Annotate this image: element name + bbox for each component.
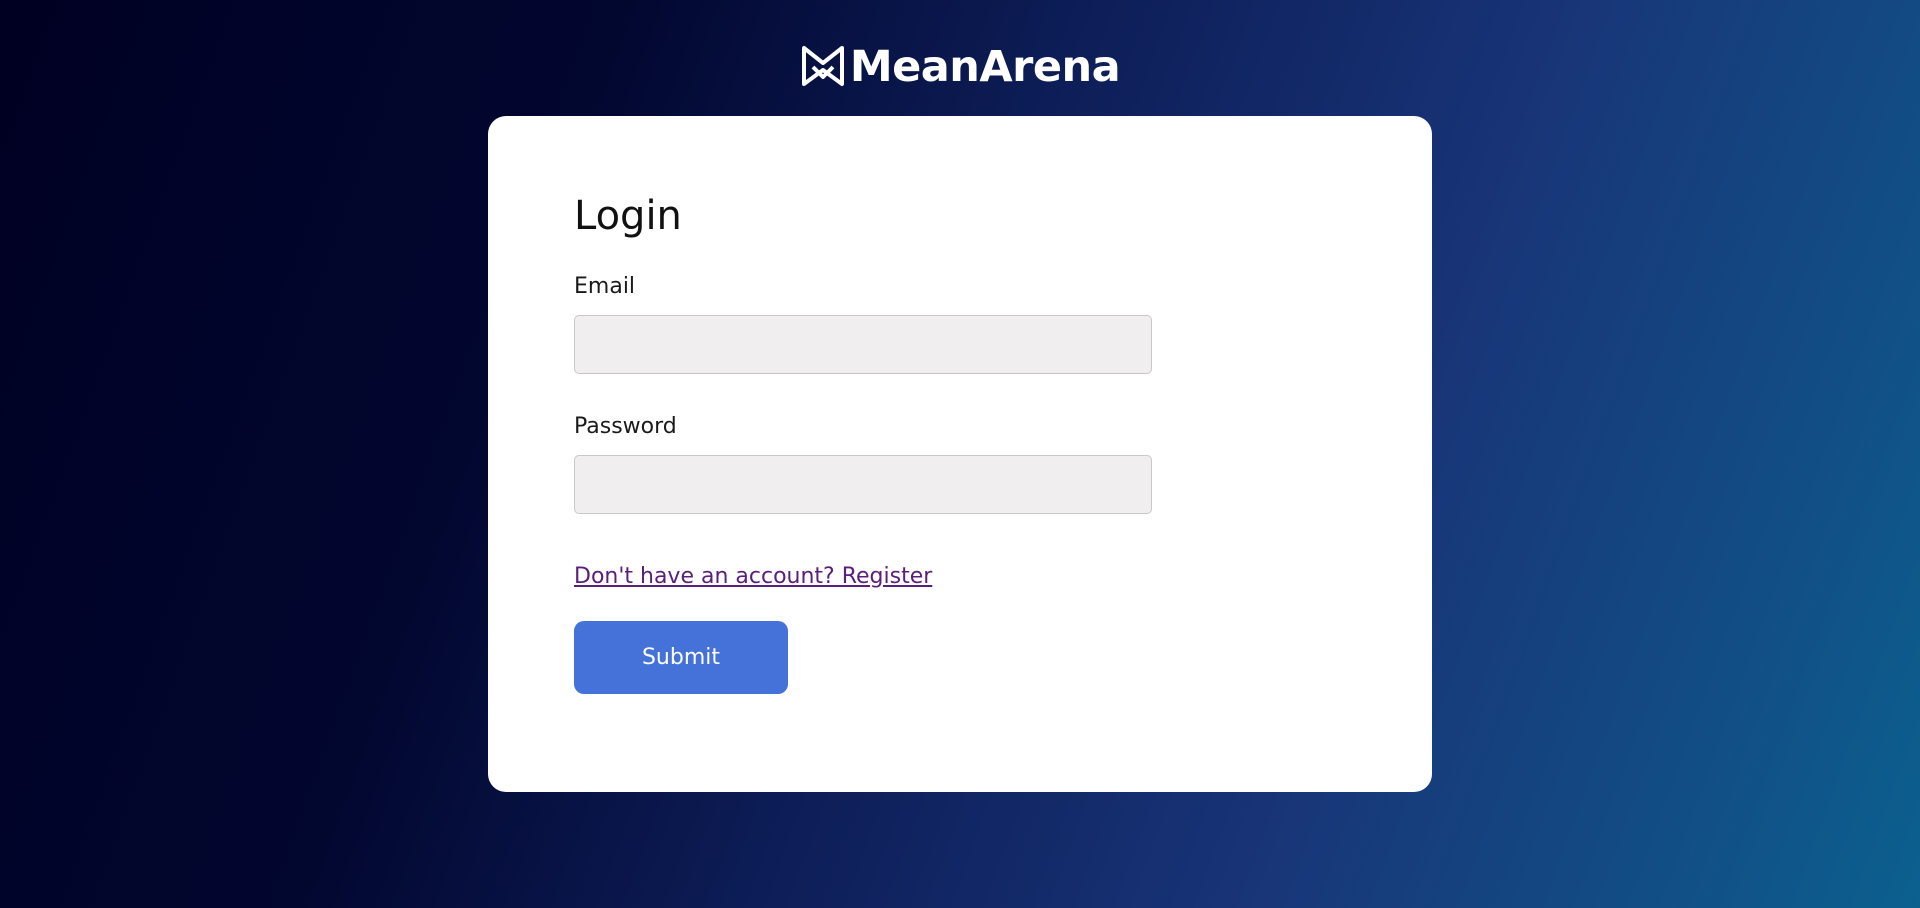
password-label: Password <box>574 414 677 439</box>
submit-button[interactable]: Submit <box>574 621 788 694</box>
password-field[interactable] <box>574 455 1152 514</box>
email-field[interactable] <box>574 315 1152 374</box>
mean-arena-logo-icon <box>800 44 846 90</box>
brand-name: MeanArena <box>849 41 1121 92</box>
page-title: Login <box>574 193 682 239</box>
register-link[interactable]: Don't have an account? Register <box>574 564 932 589</box>
brand-header: MeanArena <box>0 44 1920 90</box>
login-card: Login Email Password Don't have an accou… <box>488 116 1432 792</box>
email-label: Email <box>574 274 636 299</box>
